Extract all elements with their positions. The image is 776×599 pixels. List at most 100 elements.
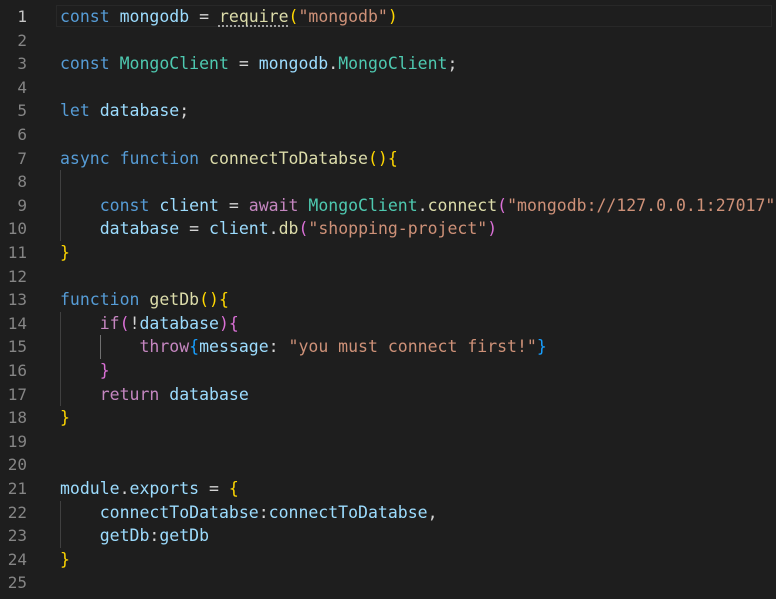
code-line[interactable]: 21 module.exports = { [0,477,776,501]
code-token: connectToDatabse [209,148,368,168]
code-token: async [60,148,110,168]
code-text[interactable]: const MongoClient = mongodb.MongoClient; [60,52,457,76]
line-number: 1 [17,7,27,26]
code-text[interactable]: async function connectToDatabse(){ [60,147,398,171]
code-token: = [228,54,259,74]
code-token: MongoClient [338,54,448,74]
code-token: } [60,243,70,262]
code-token: "mongodb://127.0.0.1:27017" [507,195,776,215]
code-token: connectToDatabse [99,502,259,522]
code-line[interactable]: 11} [0,241,776,265]
code-token: connectToDatabse [268,502,428,522]
code-token: { [228,479,239,498]
code-line[interactable]: 9 const client = await MongoClient.conne… [0,194,776,218]
code-token: MongoClient [119,54,229,74]
code-line[interactable]: 2 [0,29,776,53]
line-number: 22 [7,502,27,522]
line-number: 15 [7,337,27,357]
code-token: () [199,290,219,310]
code-line[interactable]: 20 [0,453,776,477]
code-line[interactable]: 8 [0,170,776,194]
code-text[interactable]: const mongodb = require("mongodb") [60,5,398,29]
code-token: module [60,479,120,498]
code-text[interactable]: } [60,548,70,572]
code-text[interactable]: const client = await MongoClient.connect… [60,194,776,218]
code-line[interactable]: 5 let database; [0,99,776,123]
code-line[interactable]: 17 return database [0,383,776,407]
code-line[interactable]: 7 async function connectToDatabse(){ [0,147,776,171]
line-number: 12 [7,266,27,286]
code-token: database [99,101,180,121]
code-line[interactable]: 22 connectToDatabse:connectToDatabse, [0,501,776,525]
code-line[interactable]: 18} [0,406,776,430]
code-line[interactable]: 6 [0,123,776,147]
code-token: getDb [159,526,210,546]
code-token: require [218,7,289,26]
code-token: ( [298,219,309,239]
code-token: } [99,361,110,380]
code-line[interactable]: 19 [0,430,776,454]
code-token: client [209,219,269,239]
code-token: } [536,337,547,357]
line-number: 13 [7,290,27,310]
code-editor[interactable]: 1 const mongodb = require("mongodb") 2 3 con… [0,0,776,599]
code-text[interactable]: } [60,406,70,430]
code-token: connect [427,195,498,215]
line-number: 4 [17,77,27,97]
code-text[interactable]: throw{message: "you must connect first!"… [60,335,547,359]
code-text[interactable]: database = client.db("shopping-project") [60,217,497,241]
line-number: 23 [7,526,27,546]
code-line[interactable]: 14 if(!database){ [0,312,776,336]
code-text[interactable]: return database [60,383,249,407]
code-token: = [189,7,219,26]
code-line[interactable]: 10 database = client.db("shopping-projec… [0,217,776,241]
code-text[interactable]: if(!database){ [60,312,239,336]
code-text[interactable]: module.exports = { [60,477,239,501]
code-line[interactable]: 16 } [0,359,776,383]
code-token: function [119,148,200,168]
code-token: , [427,502,438,522]
code-line[interactable]: 15 throw{message: "you must connect firs… [0,335,776,359]
code-token: { [387,148,398,168]
code-line[interactable]: 3 const MongoClient = mongodb.MongoClient… [0,52,776,76]
code-line[interactable]: 4 [0,76,776,100]
code-text[interactable]: function getDb(){ [60,288,229,312]
code-token: : [149,526,160,546]
code-line[interactable]: 23 getDb:getDb [0,524,776,548]
line-number: 6 [17,125,27,144]
line-number: 5 [17,101,27,121]
code-token: MongoClient [308,195,418,215]
code-token: ) [487,219,498,239]
code-line[interactable]: 25 [0,571,776,595]
code-line[interactable]: 13 function getDb(){ [0,288,776,312]
code-text[interactable]: connectToDatabse:connectToDatabse, [60,501,438,525]
line-number: 3 [17,54,27,74]
code-text[interactable]: } [60,359,110,383]
code-token: const [60,7,110,26]
code-token: : [258,502,269,522]
code-token: ; [447,54,458,74]
code-token: ( [497,195,508,215]
code-line[interactable]: 1 const mongodb = require("mongodb") [0,5,776,29]
line-number: 16 [7,361,27,380]
code-token: ) [387,7,398,26]
code-token: mongodb [258,54,329,74]
code-token: if [99,313,120,333]
code-token: mongodb [119,7,190,26]
code-token: await [248,195,299,215]
code-line[interactable]: 24} [0,548,776,572]
code-text[interactable]: getDb:getDb [60,524,209,548]
code-token: throw [139,337,190,357]
code-token: "shopping-project" [308,219,488,239]
code-token: . [268,219,279,239]
line-number: 25 [7,573,27,593]
code-text[interactable]: } [60,241,70,265]
code-text[interactable]: let database; [60,99,189,123]
code-line[interactable]: 12 [0,265,776,289]
